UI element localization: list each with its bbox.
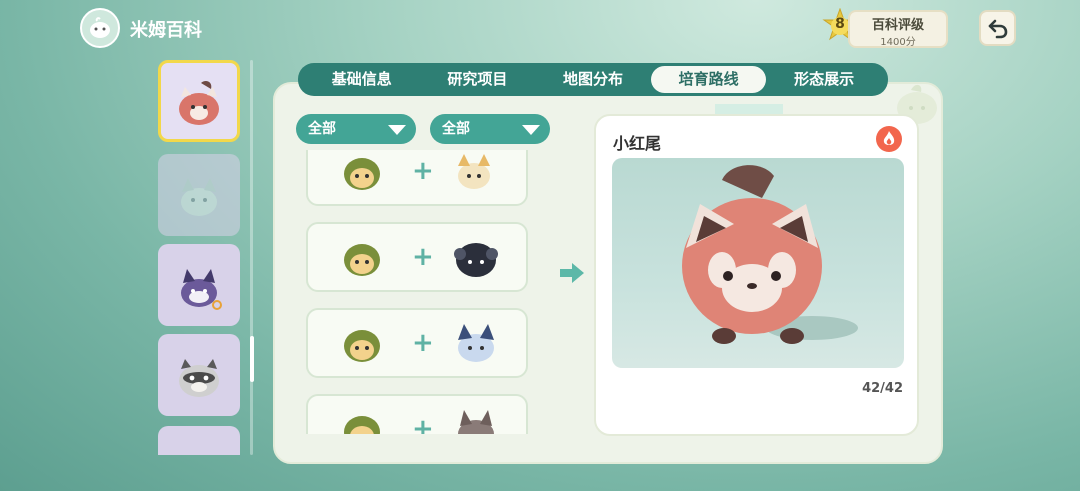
result-model-image[interactable] <box>612 158 904 368</box>
tab-forms[interactable]: 形态展示 <box>766 66 882 93</box>
plus-icon: + <box>412 414 434 434</box>
hedgehog-icon <box>344 158 380 190</box>
hedgehog-icon <box>344 330 380 362</box>
breeding-combo-row[interactable]: + <box>306 150 528 206</box>
breeding-combo-list[interactable]: + + + + <box>302 150 532 434</box>
list-scrollbar[interactable] <box>250 336 254 382</box>
creature-card-raccoon[interactable] <box>158 334 240 416</box>
rank-score: 1400分 <box>880 37 916 48</box>
tab-breeding[interactable]: 培育路线 <box>650 66 767 93</box>
filter-dropdown-right[interactable]: 全部 <box>430 114 550 144</box>
rank-title: 百科评级 <box>871 18 924 33</box>
fox-thumbnail <box>181 178 217 216</box>
plus-icon: + <box>412 328 434 358</box>
hedgehog-icon <box>344 244 380 276</box>
filter-dropdown-left[interactable]: 全部 <box>296 114 416 144</box>
chevron-down-icon <box>388 125 406 135</box>
tab-basic-info[interactable]: 基础信息 <box>304 66 420 93</box>
creature-card-partial[interactable] <box>158 426 240 455</box>
creature-card-purple-cat[interactable] <box>158 244 240 326</box>
hedgehog-icon <box>344 416 380 434</box>
result-arrow-icon <box>560 263 584 283</box>
wolf-icon <box>458 410 494 434</box>
chevron-down-icon <box>522 125 540 135</box>
fox-cub-icon <box>458 154 490 189</box>
tab-map[interactable]: 地图分布 <box>535 66 651 93</box>
breeding-combo-row[interactable]: + <box>306 308 528 378</box>
black-sheep-icon <box>454 243 498 277</box>
creature-card-fox-locked[interactable] <box>158 154 240 236</box>
creature-partial-thumbnail <box>179 452 219 455</box>
back-button[interactable] <box>979 10 1016 46</box>
result-name: 小红尾 <box>613 134 662 153</box>
creature-list[interactable] <box>156 60 246 455</box>
tab-research[interactable]: 研究项目 <box>420 66 536 93</box>
purple-cat-thumbnail <box>181 269 222 310</box>
collection-count: 42/42 <box>862 381 903 396</box>
raccoon-thumbnail <box>179 359 219 397</box>
creature-card-red-panda[interactable] <box>158 60 240 142</box>
filter-right-value: 全部 <box>442 121 470 137</box>
app-title: 米姆百科 <box>130 20 202 41</box>
fire-icon <box>876 126 902 152</box>
red-panda-model <box>682 165 858 344</box>
red-panda-thumbnail <box>179 81 219 125</box>
filter-left-value: 全部 <box>308 121 336 137</box>
plus-icon: + <box>412 242 434 272</box>
result-card: 小红尾 42/42 <box>594 114 919 436</box>
blue-mouse-icon <box>458 324 494 362</box>
rank-box: 百科评级 1400分 <box>848 10 948 48</box>
list-scroll-track <box>250 60 253 455</box>
plus-icon: + <box>412 156 434 186</box>
breeding-combo-row[interactable]: + <box>306 394 528 434</box>
tab-bar: 基础信息 研究项目 地图分布 培育路线 形态展示 <box>298 63 888 96</box>
breeding-combo-row[interactable]: + <box>306 222 528 292</box>
back-arrow-icon <box>988 19 1007 39</box>
app-icon <box>80 8 120 48</box>
